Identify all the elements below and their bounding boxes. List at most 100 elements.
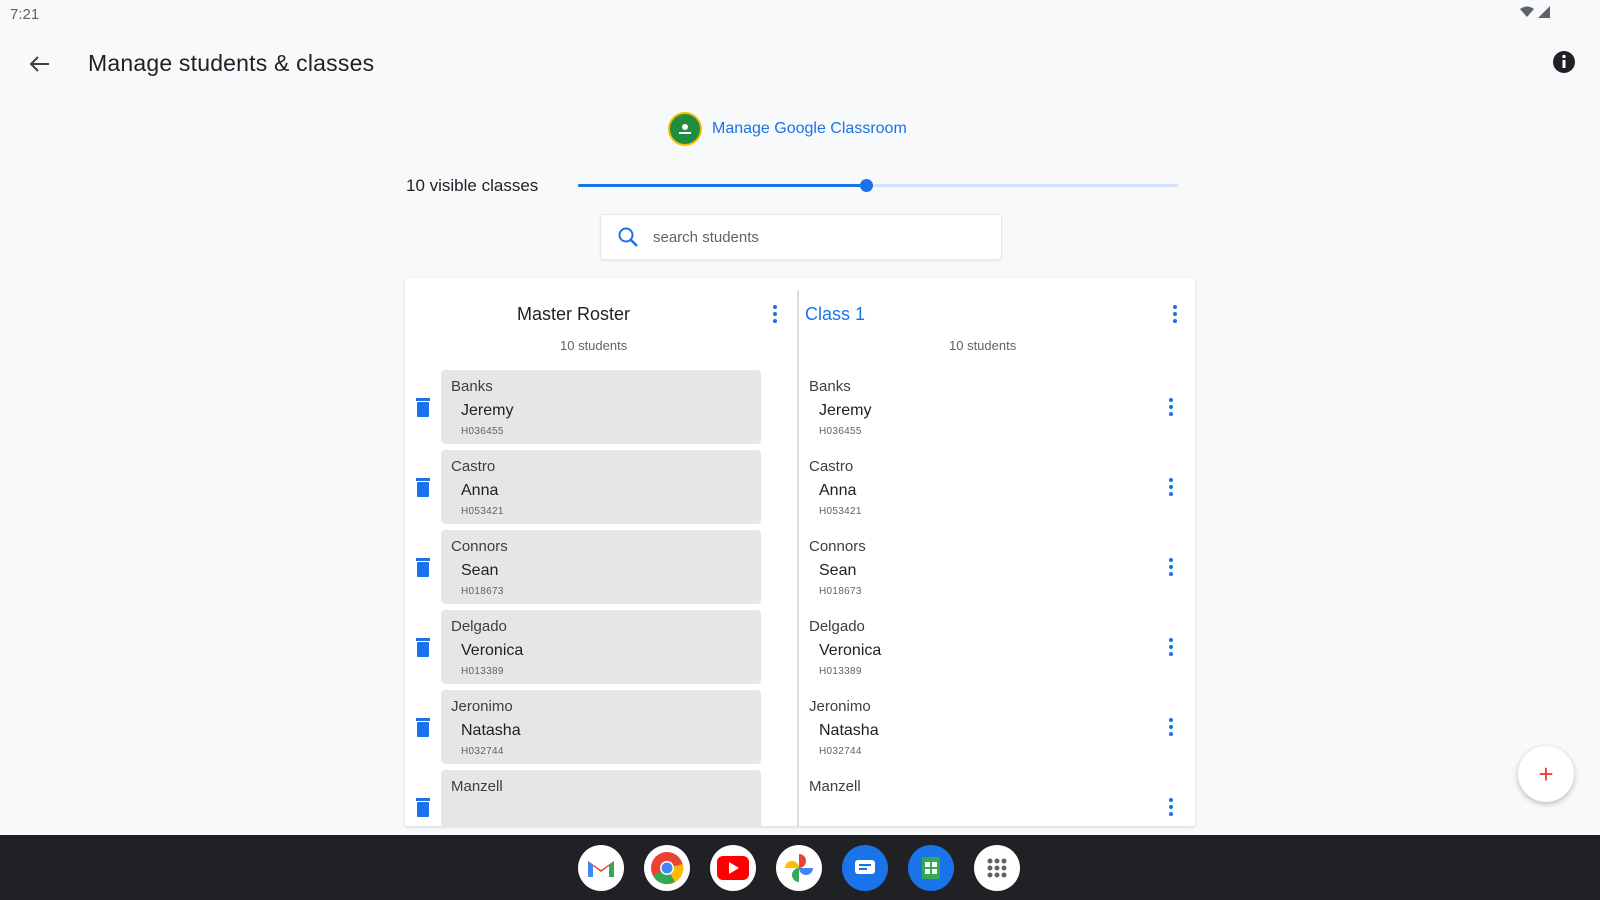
more-vert-icon xyxy=(1169,718,1173,722)
manage-google-classroom-label: Manage Google Classroom xyxy=(712,120,907,137)
delete-icon[interactable] xyxy=(415,716,431,738)
search-input[interactable] xyxy=(653,228,973,246)
student-id: H032744 xyxy=(461,746,504,757)
student-last-name: Jeronimo xyxy=(451,698,513,715)
slider-thumb[interactable] xyxy=(860,179,873,192)
master-roster-row: Banks Jeremy H036455 xyxy=(405,370,797,446)
class-student-row: Banks Jeremy H036455 xyxy=(799,370,1195,446)
student-card[interactable]: Delgado Veronica H013389 xyxy=(441,610,761,684)
student-card[interactable]: Jeronimo Natasha H032744 xyxy=(441,690,761,764)
student-card[interactable]: Banks Jeremy H036455 xyxy=(441,370,761,444)
student-first-name: Sean xyxy=(461,562,499,579)
student-menu-button[interactable] xyxy=(1161,552,1181,582)
class-student-row: Delgado Veronica H013389 xyxy=(799,610,1195,686)
student-first-name: Sean xyxy=(819,562,857,579)
page-title: Manage students & classes xyxy=(88,50,375,76)
gmail-icon[interactable] xyxy=(578,845,624,891)
app-bar: Manage students & classes xyxy=(0,36,1600,92)
photos-icon[interactable] xyxy=(776,845,822,891)
info-button[interactable] xyxy=(1552,50,1578,76)
student-card[interactable]: Manzell xyxy=(441,770,761,826)
app-launcher-icon[interactable] xyxy=(974,845,1020,891)
class-student-row: Castro Anna H053421 xyxy=(799,450,1195,526)
student-menu-button[interactable] xyxy=(1161,632,1181,662)
master-roster-count: 10 students xyxy=(560,338,628,353)
master-roster-menu-button[interactable] xyxy=(765,302,785,326)
class-student-row: Manzell xyxy=(799,770,1195,826)
class-count: 10 students xyxy=(949,338,1017,353)
student-id: H013389 xyxy=(461,666,504,677)
manage-google-classroom-link[interactable]: Manage Google Classroom xyxy=(668,112,907,146)
student-id: H018673 xyxy=(819,586,862,597)
wifi-icon xyxy=(1520,6,1534,17)
student-last-name: Castro xyxy=(809,458,854,475)
class-student-item[interactable]: Castro Anna H053421 xyxy=(799,450,1139,524)
class-student-item[interactable]: Delgado Veronica H013389 xyxy=(799,610,1139,684)
class-title[interactable]: Class 1 xyxy=(805,304,865,325)
add-fab-button[interactable]: + xyxy=(1518,746,1574,802)
search-box[interactable] xyxy=(600,214,1002,260)
master-roster-title: Master Roster xyxy=(517,304,631,324)
more-vert-icon xyxy=(773,305,777,309)
student-first-name: Anna xyxy=(819,482,857,499)
master-roster-column: Master Roster 10 students Banks Jeremy H… xyxy=(405,278,797,826)
more-vert-icon xyxy=(1169,478,1173,482)
messages-icon[interactable] xyxy=(842,845,888,891)
student-id: H053421 xyxy=(819,506,862,517)
student-id: H013389 xyxy=(819,666,862,677)
student-id: H053421 xyxy=(461,506,504,517)
info-icon xyxy=(1553,51,1575,73)
class-student-item[interactable]: Connors Sean H018673 xyxy=(799,530,1139,604)
master-roster-row: Jeronimo Natasha H032744 xyxy=(405,690,797,766)
delete-icon[interactable] xyxy=(415,636,431,658)
class-student-item[interactable]: Banks Jeremy H036455 xyxy=(799,370,1139,444)
student-menu-button[interactable] xyxy=(1161,472,1181,502)
student-first-name: Natasha xyxy=(819,722,879,739)
student-last-name: Jeronimo xyxy=(809,698,871,715)
delete-icon[interactable] xyxy=(415,476,431,498)
roster-panel: Master Roster 10 students Banks Jeremy H… xyxy=(405,278,1195,826)
visible-classes-slider[interactable] xyxy=(578,176,1178,196)
more-vert-icon xyxy=(1169,398,1173,402)
student-id: H032744 xyxy=(819,746,862,757)
student-id: H018673 xyxy=(461,586,504,597)
slider-fill xyxy=(578,184,866,187)
master-roster-row: Delgado Veronica H013389 xyxy=(405,610,797,686)
student-first-name: Jeremy xyxy=(819,402,872,419)
add-icon: + xyxy=(1538,759,1554,789)
class-column: Class 1 10 students Banks Jeremy H036455… xyxy=(799,278,1195,826)
back-button[interactable] xyxy=(24,48,56,80)
student-last-name: Manzell xyxy=(809,778,861,795)
signal-icon xyxy=(1538,6,1550,18)
chrome-icon[interactable] xyxy=(644,845,690,891)
master-roster-row: Manzell xyxy=(405,770,797,826)
student-first-name: Natasha xyxy=(461,722,521,739)
student-last-name: Banks xyxy=(809,378,851,395)
student-card[interactable]: Connors Sean H018673 xyxy=(441,530,761,604)
visible-classes-label: 10 visible classes xyxy=(406,176,539,195)
sheets-icon[interactable] xyxy=(908,845,954,891)
more-vert-icon xyxy=(1169,638,1173,642)
student-last-name: Connors xyxy=(809,538,866,555)
student-first-name: Veronica xyxy=(819,642,882,659)
student-id: H036455 xyxy=(819,426,862,437)
student-menu-button[interactable] xyxy=(1161,792,1181,822)
more-vert-icon xyxy=(1169,558,1173,562)
youtube-icon[interactable] xyxy=(710,845,756,891)
student-last-name: Banks xyxy=(451,378,493,395)
status-bar: 7:21 xyxy=(0,0,1600,28)
class-student-item[interactable]: Jeronimo Natasha H032744 xyxy=(799,690,1139,764)
student-menu-button[interactable] xyxy=(1161,392,1181,422)
student-first-name: Jeremy xyxy=(461,402,514,419)
more-vert-icon xyxy=(1173,305,1177,309)
class-menu-button[interactable] xyxy=(1165,302,1185,326)
student-card[interactable]: Castro Anna H053421 xyxy=(441,450,761,524)
class-student-item[interactable]: Manzell xyxy=(799,770,1139,826)
student-first-name: Anna xyxy=(461,482,499,499)
student-menu-button[interactable] xyxy=(1161,712,1181,742)
class-student-row: Connors Sean H018673 xyxy=(799,530,1195,606)
student-last-name: Manzell xyxy=(451,778,503,795)
delete-icon[interactable] xyxy=(415,796,431,818)
delete-icon[interactable] xyxy=(415,556,431,578)
delete-icon[interactable] xyxy=(415,396,431,418)
